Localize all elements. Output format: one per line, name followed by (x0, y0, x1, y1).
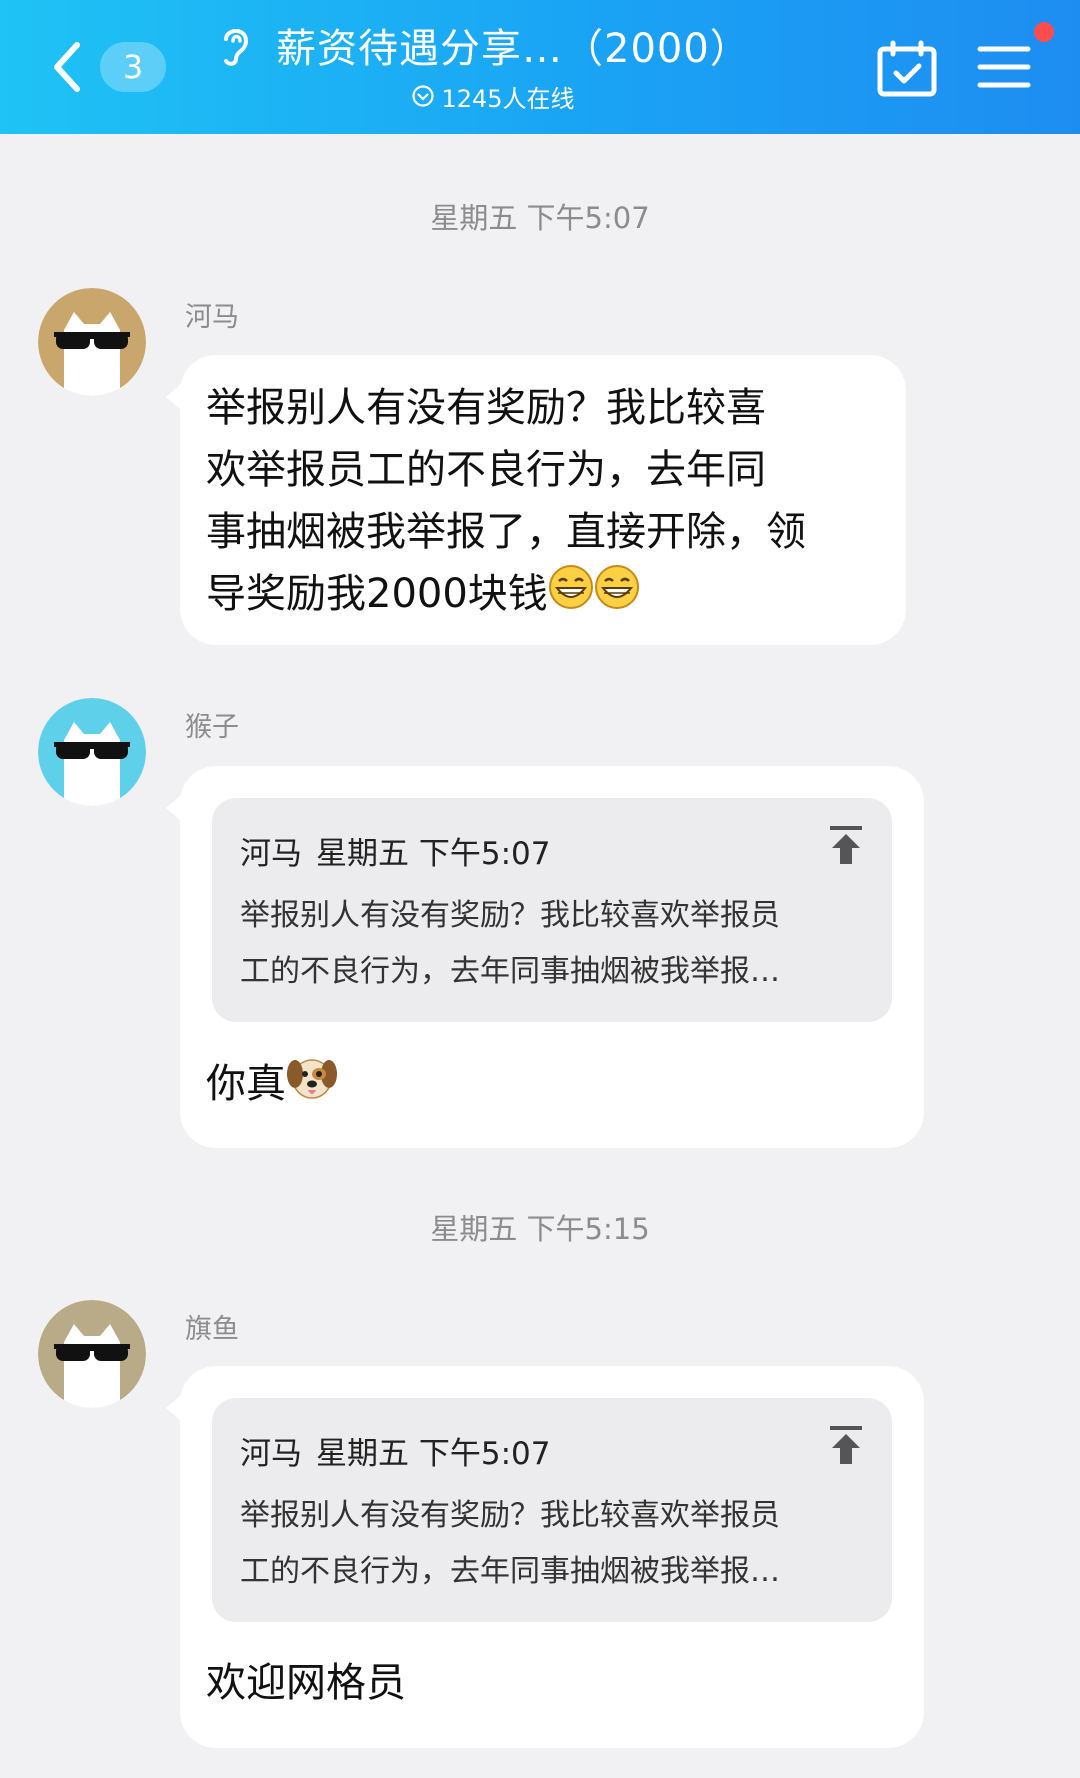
group-title-area[interactable]: 薪资待遇分享…（2000） 1245人在线 (218, 14, 778, 124)
online-status: 1245人在线 (208, 76, 778, 116)
avatar[interactable] (38, 698, 146, 806)
dog-face-emoji (286, 1052, 338, 1120)
quote-time: 星期五 下午5:07 (316, 1436, 551, 1472)
quote-line: 工的不良行为，去年同事抽烟被我举报… (240, 1554, 780, 1589)
quote-line: 举报别人有没有奖励？我比较喜欢举报员 (240, 1498, 780, 1533)
message-line-text: 导奖励我2000块钱 (206, 571, 548, 617)
quote-time: 星期五 下午5:07 (316, 836, 551, 872)
quote-author: 河马 (240, 836, 302, 872)
ear-icon (218, 23, 262, 67)
calendar-check-icon[interactable] (876, 40, 938, 98)
unread-count-badge: 3 (100, 42, 166, 92)
quote-header: 河马 星期五 下午5:07 (240, 1428, 550, 1473)
avatar[interactable] (38, 1300, 146, 1408)
message-line-text: 你真 (206, 1061, 286, 1107)
quote-header: 河马 星期五 下午5:07 (240, 828, 550, 873)
message-text: 欢迎网格员 (206, 1660, 406, 1706)
grinning-face-emoji (548, 564, 594, 628)
quoted-message[interactable]: 河马 星期五 下午5:07 举报别人有没有奖励？我比较喜欢举报员 工的不良行为，… (212, 1398, 892, 1622)
quote-line: 工的不良行为，去年同事抽烟被我举报… (240, 954, 780, 989)
message-line: 导奖励我2000块钱 (206, 563, 806, 628)
back-button[interactable]: 3 (44, 30, 194, 104)
online-count: 1245人在线 (441, 84, 575, 113)
quote-text: 举报别人有没有奖励？我比较喜欢举报员 工的不良行为，去年同事抽烟被我举报… (240, 1488, 860, 1600)
bubble-tail (166, 794, 182, 822)
quote-line: 举报别人有没有奖励？我比较喜欢举报员 (240, 898, 780, 933)
cat-sunglasses-olive-avatar (38, 1300, 146, 1408)
menu-icon[interactable] (976, 42, 1032, 92)
sender-name: 旗鱼 (185, 1314, 239, 1345)
online-indicator-icon (411, 84, 435, 108)
message-bubble[interactable]: 河马 星期五 下午5:07 举报别人有没有奖励？我比较喜欢举报员 工的不良行为，… (166, 766, 924, 1148)
sender-name: 猴子 (185, 712, 239, 743)
avatar[interactable] (38, 288, 146, 396)
timestamp-divider: 星期五 下午5:15 (430, 1212, 650, 1246)
bubble-tail (166, 1394, 182, 1422)
jump-to-top-icon[interactable] (826, 1424, 866, 1468)
cat-sunglasses-blue-avatar (38, 698, 146, 806)
quote-text: 举报别人有没有奖励？我比较喜欢举报员 工的不良行为，去年同事抽烟被我举报… (240, 888, 860, 1000)
message-line: 举报别人有没有奖励？我比较喜 (206, 385, 766, 431)
message-bubble[interactable]: 河马 星期五 下午5:07 举报别人有没有奖励？我比较喜欢举报员 工的不良行为，… (166, 1366, 924, 1748)
grinning-face-emoji (594, 564, 640, 628)
chat-header: 3 薪资待遇分享…（2000） 1245人在线 (0, 0, 1080, 134)
message-text: 你真 (206, 1052, 338, 1120)
quote-author: 河马 (240, 1436, 302, 1472)
back-chevron-icon (44, 37, 90, 97)
sender-name: 河马 (185, 302, 239, 333)
cat-sunglasses-tan-avatar (38, 288, 146, 396)
message-text: 举报别人有没有奖励？我比较喜 欢举报员工的不良行为，去年同 事抽烟被我举报了，直… (206, 377, 806, 628)
group-title: 薪资待遇分享…（2000） (276, 26, 751, 72)
message-line: 欢举报员工的不良行为，去年同 (206, 447, 766, 493)
notification-dot (1034, 22, 1054, 42)
quoted-message[interactable]: 河马 星期五 下午5:07 举报别人有没有奖励？我比较喜欢举报员 工的不良行为，… (212, 798, 892, 1022)
bubble-tail (166, 383, 182, 411)
timestamp-divider: 星期五 下午5:07 (430, 201, 650, 235)
jump-to-top-icon[interactable] (826, 824, 866, 868)
message-bubble[interactable]: 举报别人有没有奖励？我比较喜 欢举报员工的不良行为，去年同 事抽烟被我举报了，直… (166, 355, 906, 645)
message-line: 事抽烟被我举报了，直接开除，领 (206, 509, 806, 555)
